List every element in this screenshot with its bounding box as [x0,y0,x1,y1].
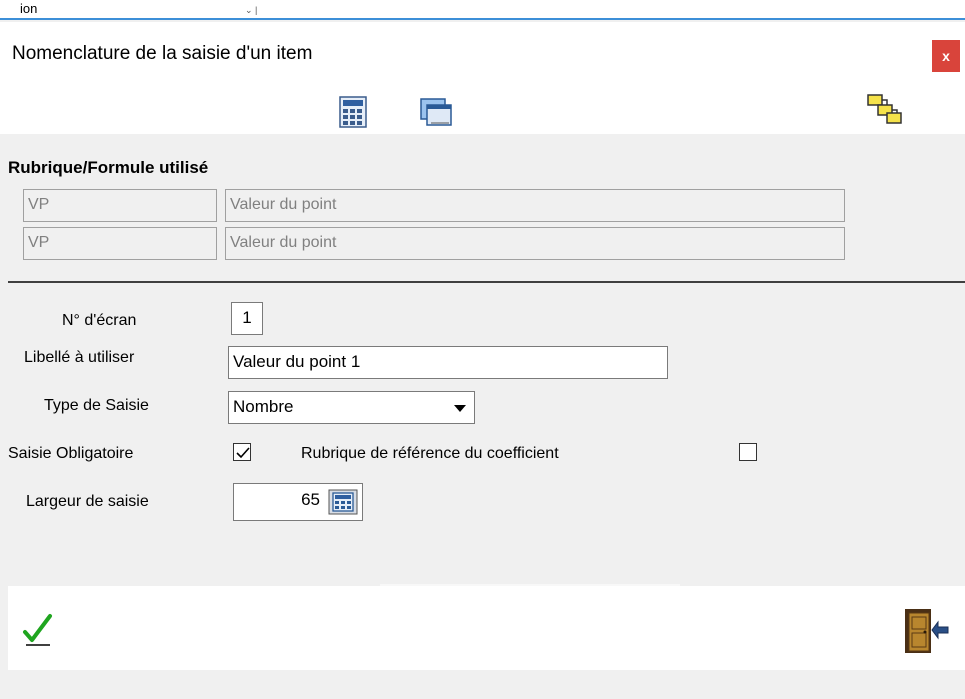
type-saisie-label: Type de Saisie [44,397,149,414]
exit-door-icon[interactable] [902,605,952,657]
libelle-input[interactable]: Valeur du point 1 [228,346,668,379]
type-saisie-value: Nombre [233,397,294,416]
calculator-button-icon[interactable] [328,489,358,515]
largeur-input[interactable]: 65 [233,483,363,521]
largeur-label: Largeur de saisie [26,493,149,510]
calculator-icon[interactable] [337,95,371,129]
rubrique-label-field-2: Valeur du point [225,227,845,260]
obligatoire-label: Saisie Obligatoire [8,445,134,462]
background-window-strip: ion ⌄ | [0,0,965,20]
largeur-value: 65 [301,490,320,509]
dialog-title: Nomenclature de la saisie d'un item [12,43,313,64]
toolbar [0,80,965,134]
screen-no-label: N° d'écran [62,312,137,329]
rubrique-ref-checkbox[interactable] [739,443,757,461]
background-dropdown-arrow: ⌄ | [245,5,258,15]
rubrique-label-field-1: Valeur du point [225,189,845,222]
background-label-fragment: ion [20,1,38,16]
section-divider [8,281,965,283]
rubrique-ref-label: Rubrique de référence du coefficient [301,445,559,462]
monitor-window-icon[interactable] [419,95,453,129]
screen-no-input[interactable]: 1 [231,302,263,335]
rubrique-code-field-2: VP [23,227,217,260]
obligatoire-checkbox[interactable] [233,443,251,461]
footer-bar [8,586,965,670]
checkmark-icon [236,447,250,459]
type-saisie-select[interactable]: Nombre [228,391,475,424]
hierarchy-icon[interactable] [865,92,902,126]
green-checkmark-icon[interactable] [20,612,56,648]
chevron-down-icon[interactable] [454,405,466,412]
section-title-rubrique: Rubrique/Formule utilisé [8,158,209,177]
close-button[interactable]: x [932,40,960,72]
libelle-label: Libellé à utiliser [24,349,135,366]
rubrique-code-field-1: VP [23,189,217,222]
